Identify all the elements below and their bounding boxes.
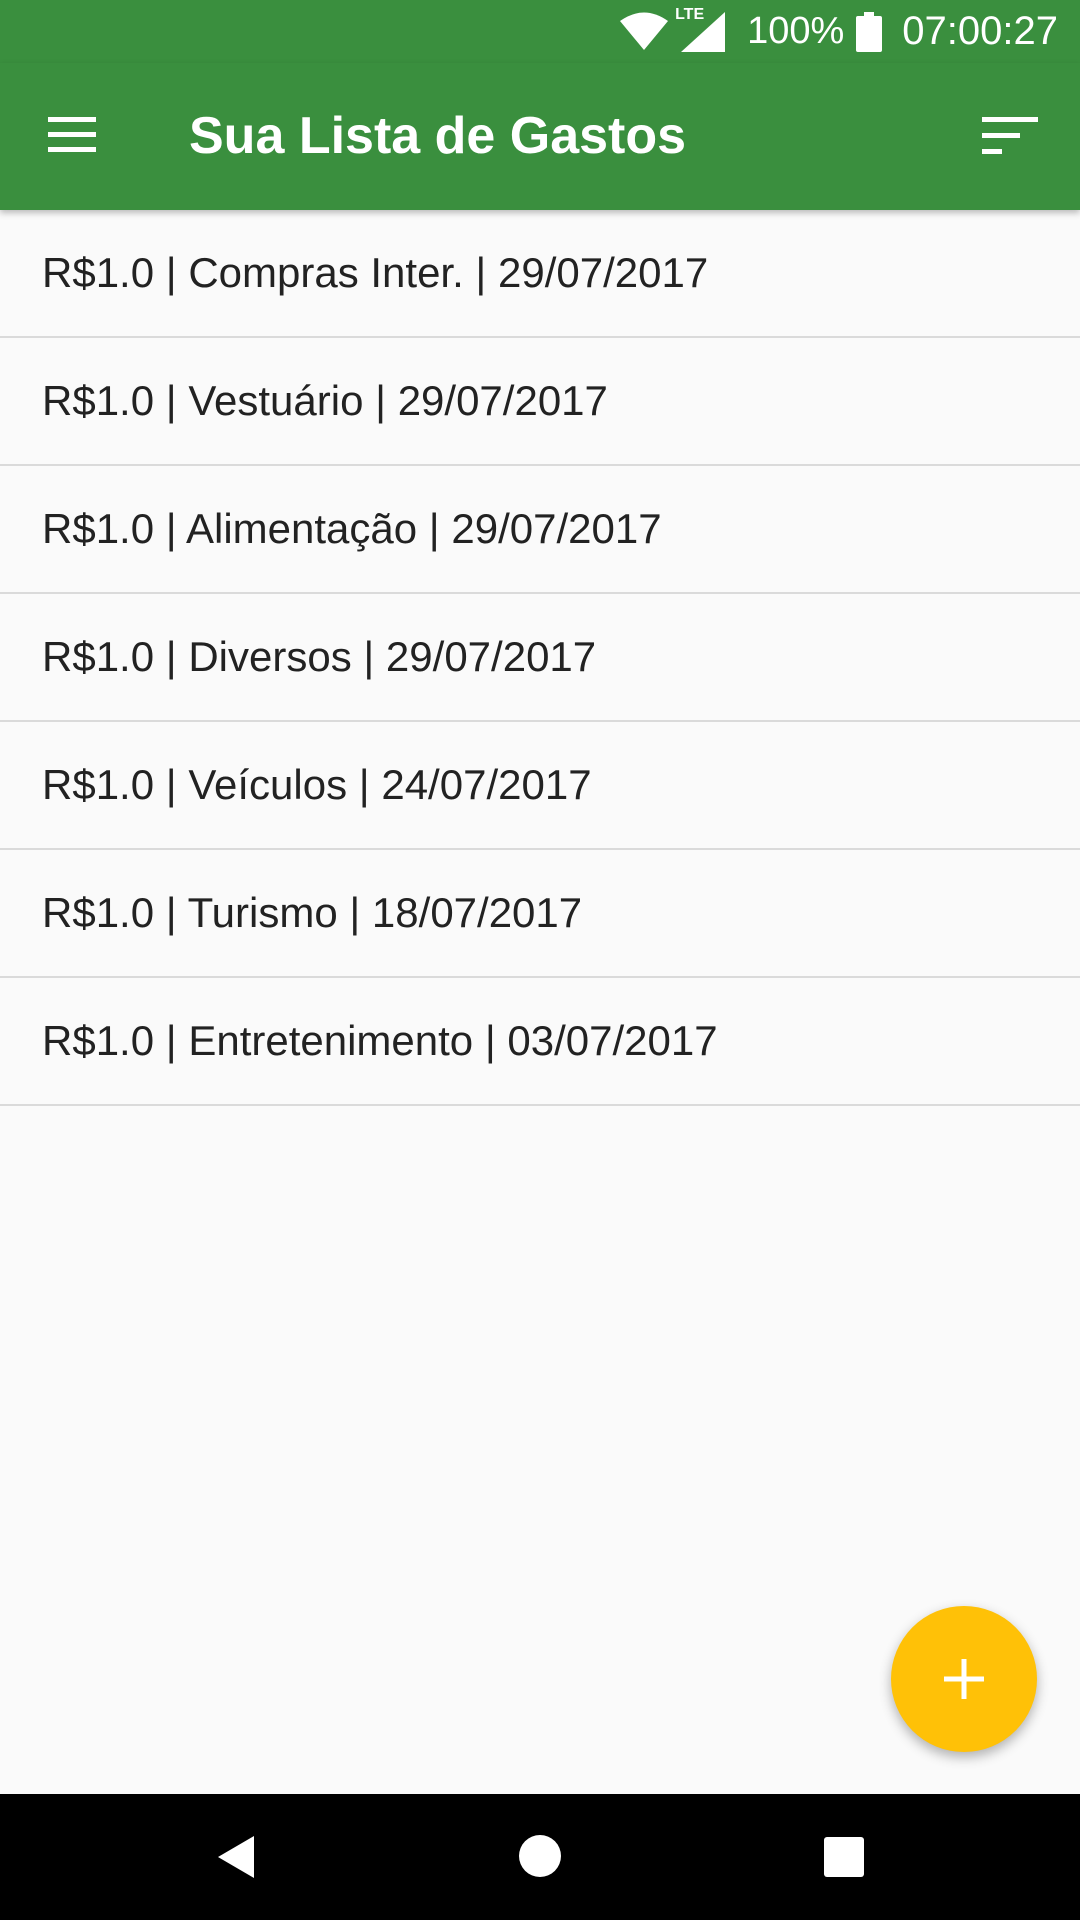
recents-icon[interactable] — [823, 1836, 865, 1878]
battery-percentage: 100% — [747, 10, 845, 52]
app-bar: Sua Lista de Gastos — [0, 63, 1080, 210]
app-screen: LTE 100% 07:00:27 Sua Lista de Gastos R$… — [0, 0, 1080, 1920]
expense-list: R$1.0 | Compras Inter. | 29/07/2017 R$1.… — [0, 210, 1080, 1106]
wifi-icon — [620, 12, 669, 50]
status-icons: LTE 100% 07:00:27 — [619, 0, 1058, 63]
sort-icon[interactable] — [980, 115, 1040, 157]
battery-icon — [856, 11, 883, 52]
expense-list-item[interactable]: R$1.0 | Compras Inter. | 29/07/2017 — [0, 210, 1080, 338]
expense-list-item[interactable]: R$1.0 | Veículos | 24/07/2017 — [0, 722, 1080, 850]
system-navigation-bar — [0, 1794, 1080, 1920]
status-bar: LTE 100% 07:00:27 — [0, 0, 1080, 63]
expense-list-item[interactable]: R$1.0 | Alimentação | 29/07/2017 — [0, 466, 1080, 594]
back-icon[interactable] — [216, 1834, 256, 1880]
expense-list-item[interactable]: R$1.0 | Diversos | 29/07/2017 — [0, 594, 1080, 722]
cell-signal-icon: LTE — [675, 6, 727, 54]
expense-list-item[interactable]: R$1.0 | Turismo | 18/07/2017 — [0, 850, 1080, 978]
hamburger-menu-icon[interactable] — [46, 115, 98, 155]
expense-list-item[interactable]: R$1.0 | Entretenimento | 03/07/2017 — [0, 978, 1080, 1106]
home-icon[interactable] — [518, 1834, 562, 1878]
add-expense-button[interactable] — [891, 1606, 1037, 1752]
status-clock: 07:00:27 — [902, 9, 1058, 53]
plus-icon — [944, 1659, 984, 1699]
page-title: Sua Lista de Gastos — [189, 107, 687, 165]
expense-list-item[interactable]: R$1.0 | Vestuário | 29/07/2017 — [0, 338, 1080, 466]
network-type-label: LTE — [675, 5, 705, 23]
